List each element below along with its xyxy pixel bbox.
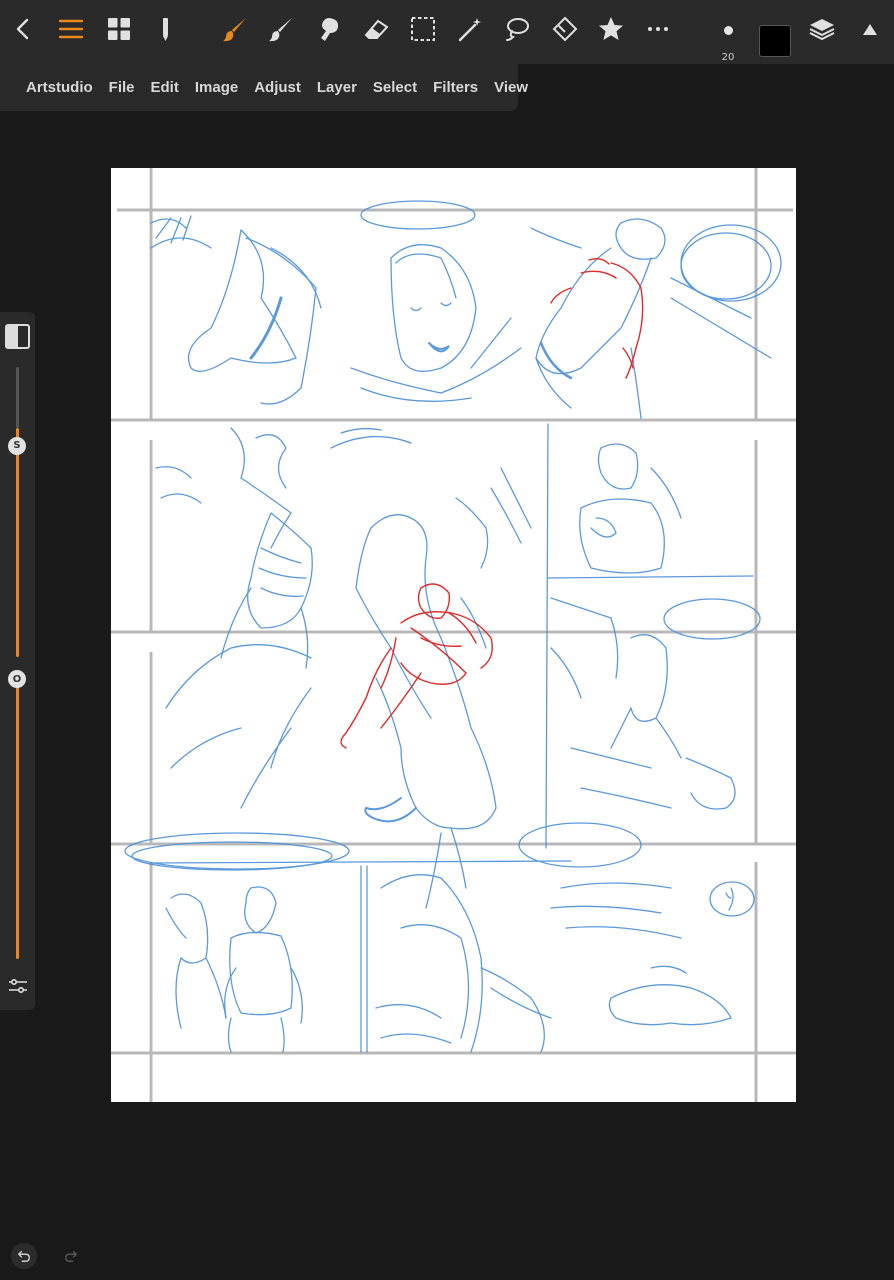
menu-adjust[interactable]: Adjust [254,79,301,96]
magic-wand-tool[interactable] [455,14,485,44]
split-view-icon [7,326,18,347]
gallery-button[interactable] [104,14,134,44]
blur-icon [321,18,339,41]
opacity-slider-knob[interactable]: O [8,670,26,688]
back-icon [16,18,29,40]
size-slider-track[interactable] [16,367,19,428]
paint-brush-tool[interactable] [220,14,250,44]
smudge-tool[interactable] [266,14,296,44]
brush-size-value: 20 [721,52,735,63]
eraser-tool[interactable] [361,14,391,44]
back-button[interactable] [8,14,38,44]
redo-icon [65,1250,77,1262]
collapse-toolbar-button[interactable] [855,14,885,44]
menu-layer[interactable]: Layer [317,79,357,96]
brush-settings-button[interactable] [7,975,29,997]
split-view-button[interactable] [5,324,30,349]
size-slider-knob[interactable]: S [8,436,26,455]
gallery-grid-icon [108,18,130,40]
size-slider-fill [16,427,19,657]
menu-button[interactable] [56,14,86,44]
drawing-canvas[interactable] [111,168,796,1102]
menu-select[interactable]: Select [373,79,417,96]
layers-button[interactable] [807,14,837,44]
transform-tool[interactable] [550,14,580,44]
undo-button[interactable] [11,1243,37,1269]
pencil-icon [163,18,168,41]
magic-wand-icon [458,18,481,42]
menu-artstudio[interactable]: Artstudio [26,79,93,96]
layers-icon [809,19,835,41]
sliders-settings-icon [9,979,27,994]
menu-icon [58,19,84,39]
menu-edit[interactable]: Edit [151,79,179,96]
eraser-icon [364,19,389,39]
opacity-slider-fill[interactable] [16,679,19,959]
more-button[interactable] [643,14,673,44]
rect-select-tool[interactable] [408,14,438,44]
lasso-icon [506,18,529,41]
top-toolbar: 20 [0,0,894,64]
smudge-icon [269,18,292,42]
paint-brush-icon [223,18,246,42]
brush-size-button[interactable] [714,26,742,35]
transform-icon [552,16,578,42]
brush-size-dot [723,26,733,35]
collapse-icon [863,24,877,35]
color-swatch[interactable] [759,25,791,57]
sketch-artwork [111,168,796,1102]
pencil-tool[interactable] [150,14,180,44]
menu-file[interactable]: File [109,79,135,96]
rect-select-icon [411,17,435,41]
lasso-tool[interactable] [502,14,532,44]
brush-slider-panel: S O [0,312,35,1010]
favorites-button[interactable] [596,14,626,44]
menu-bar: Artstudio File Edit Image Adjust Layer S… [0,64,528,111]
menu-filters[interactable]: Filters [433,79,478,96]
menu-image[interactable]: Image [195,79,238,96]
menu-view[interactable]: View [494,79,528,96]
redo-button[interactable] [58,1243,84,1269]
undo-icon [18,1250,30,1262]
more-icon [648,27,668,31]
star-icon [599,17,623,40]
blur-tool[interactable] [313,14,343,44]
